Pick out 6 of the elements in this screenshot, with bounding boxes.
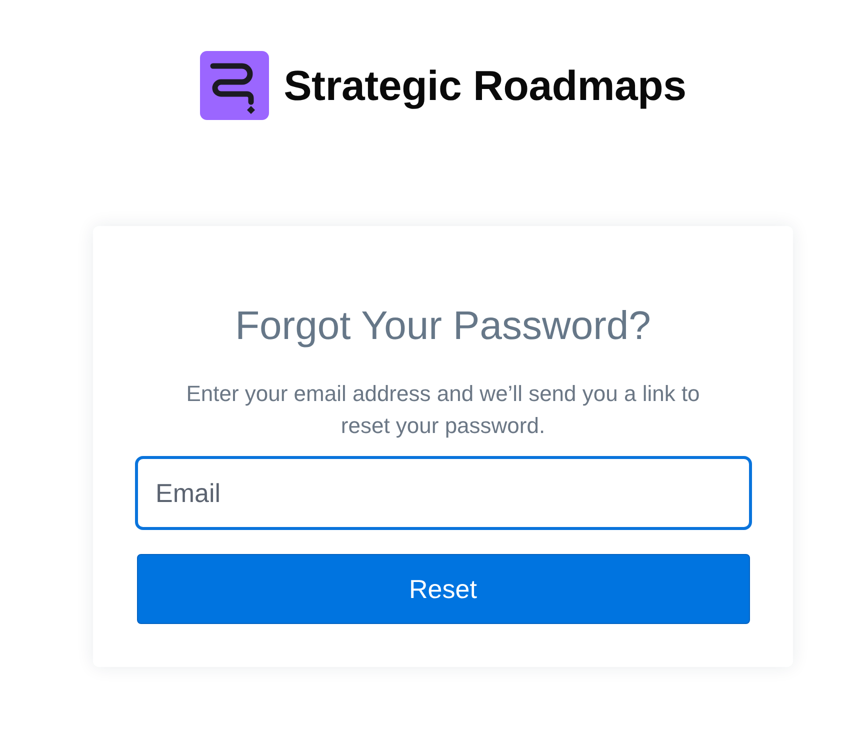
brand-name: Strategic Roadmaps [284,60,686,110]
form-description: Enter your email address and we’ll send you a link to reset your password. [185,380,701,440]
form-title: Forgot Your Password? [235,303,651,350]
logo-icon [200,51,269,120]
reset-button[interactable]: Reset [136,554,750,624]
email-field[interactable]: Email [134,456,752,530]
